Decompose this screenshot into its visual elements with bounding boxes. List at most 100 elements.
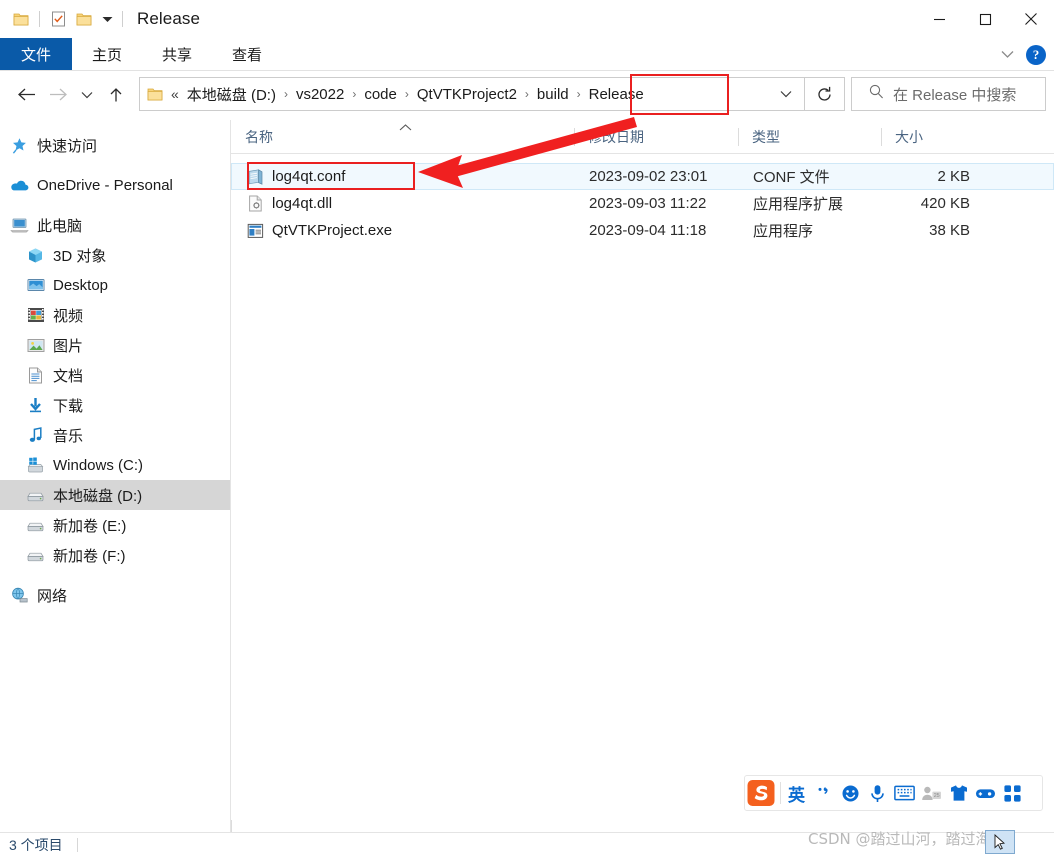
chevron-right-icon[interactable]: › [519, 78, 535, 110]
sidebar-item-desktop[interactable]: Desktop [0, 270, 230, 300]
breadcrumb-item-code[interactable]: code [362, 78, 399, 110]
breadcrumb-item-drive[interactable]: 本地磁盘 (D:) [185, 78, 278, 110]
sidebar-item-label: 文档 [53, 367, 84, 385]
soft-keyboard-icon[interactable] [891, 778, 918, 808]
table-row[interactable]: log4qt.dll 2023-09-03 11:22 应用程序扩展 420 K… [231, 190, 1054, 217]
sidebar-item-label: 3D 对象 [53, 247, 107, 265]
sidebar-item-new-volume-e[interactable]: 新加卷 (E:) [0, 510, 230, 540]
customize-quick-access-caret-icon[interactable] [97, 4, 117, 34]
ribbon-right-controls: ? [996, 38, 1046, 71]
refresh-button[interactable] [805, 77, 845, 111]
sidebar-item-label: 本地磁盘 (D:) [53, 487, 143, 505]
file-date-cell: 2023-09-02 23:01 [589, 168, 708, 185]
dll-file-icon [246, 195, 264, 213]
up-arrow-icon[interactable] [100, 79, 132, 111]
sidebar-item-videos[interactable]: 视频 [0, 300, 230, 330]
sidebar-item-this-pc[interactable]: 此电脑 [0, 210, 230, 240]
gamepad-icon[interactable] [972, 778, 999, 808]
file-name-label: log4qt.conf [272, 168, 346, 185]
sidebar-item-onedrive[interactable]: OneDrive - Personal [0, 170, 230, 200]
downloads-icon [26, 396, 45, 415]
file-name-cell[interactable]: log4qt.dll [232, 191, 575, 216]
recent-locations-caret-icon[interactable] [74, 79, 100, 111]
breadcrumb-item-qtvtkproject2[interactable]: QtVTKProject2 [415, 78, 519, 110]
sidebar-item-3d-objects[interactable]: 3D 对象 [0, 240, 230, 270]
search-icon [869, 84, 884, 104]
sidebar-item-label: Windows (C:) [53, 456, 144, 474]
new-folder-icon[interactable] [71, 4, 97, 34]
sidebar-item-downloads[interactable]: 下载 [0, 390, 230, 420]
table-row[interactable]: QtVTKProject.exe 2023-09-04 11:18 应用程序 3… [231, 217, 1054, 244]
user-badge-icon[interactable]: 25 [918, 778, 945, 808]
file-name-label: log4qt.dll [272, 195, 333, 212]
breadcrumb-item-build[interactable]: build [535, 78, 571, 110]
breadcrumb-item-release[interactable]: Release [587, 78, 646, 110]
chevron-right-icon[interactable]: › [571, 78, 587, 110]
desktop-icon [26, 276, 45, 295]
sidebar-item-local-disk-d[interactable]: 本地磁盘 (D:) [0, 480, 230, 510]
tab-share[interactable]: 共享 [142, 38, 212, 71]
title-bar: Release [0, 0, 1054, 38]
folder-icon[interactable] [8, 4, 34, 34]
column-header-type[interactable]: 类型 [738, 120, 881, 154]
column-header-size-label: 大小 [895, 128, 923, 145]
drive-icon [26, 516, 45, 535]
sidebar-item-pictures[interactable]: 图片 [0, 330, 230, 360]
sidebar-item-label: 下载 [53, 397, 84, 415]
sidebar-item-label: 此电脑 [37, 217, 83, 235]
maximize-icon[interactable] [962, 0, 1008, 38]
column-header-name-label: 名称 [245, 128, 273, 145]
tab-home[interactable]: 主页 [72, 38, 142, 71]
sidebar-item-quick-access[interactable]: 快速访问 [0, 130, 230, 160]
help-button[interactable]: ? [1026, 44, 1046, 65]
chevron-right-icon[interactable]: › [346, 78, 362, 110]
column-header-name[interactable]: 名称 [231, 120, 574, 154]
file-name-cell[interactable]: QtVTKProject.exe [232, 218, 575, 243]
sidebar-item-windows-c[interactable]: Windows (C:) [0, 450, 230, 480]
close-icon[interactable] [1008, 0, 1054, 38]
tab-view[interactable]: 查看 [212, 38, 282, 71]
chevron-down-icon[interactable] [996, 44, 1018, 66]
window-controls [916, 0, 1054, 38]
chevron-right-icon[interactable]: › [278, 78, 294, 110]
breadcrumb-overflow-icon[interactable]: « [163, 86, 185, 102]
address-dropdown-icon[interactable] [768, 78, 804, 110]
tab-file[interactable]: 文件 [0, 38, 72, 71]
sidebar-item-documents[interactable]: 文档 [0, 360, 230, 390]
minimize-icon[interactable] [916, 0, 962, 38]
file-explorer-window: Release 文件 主页 共享 查看 ? « 本地磁盘 (D:) › vs20… [0, 0, 1054, 857]
file-size-cell: 38 KB [929, 222, 970, 239]
table-row[interactable]: log4qt.conf 2023-09-02 23:01 CONF 文件 2 K… [231, 163, 1054, 190]
videos-icon [26, 306, 45, 325]
search-box[interactable]: 在 Release 中搜索 [851, 77, 1046, 111]
file-size-cell: 2 KB [937, 168, 970, 185]
apps-grid-icon[interactable] [999, 778, 1026, 808]
microphone-icon[interactable] [864, 778, 891, 808]
properties-icon[interactable] [45, 4, 71, 34]
ime-language-mode-button[interactable]: 英 [783, 778, 810, 808]
chevron-right-icon[interactable]: › [399, 78, 415, 110]
breadcrumb-item-vs2022[interactable]: vs2022 [294, 78, 346, 110]
sidebar-item-network[interactable]: 网络 [0, 580, 230, 610]
address-folder-icon [147, 87, 163, 102]
ime-punctuation-button[interactable] [810, 778, 837, 808]
windows-drive-icon [26, 456, 45, 475]
column-header-date[interactable]: 修改日期 [574, 120, 738, 154]
back-arrow-icon[interactable] [10, 79, 42, 111]
quick-access-toolbar: Release [0, 0, 200, 38]
file-name-cell[interactable]: log4qt.conf [232, 164, 575, 189]
search-input-placeholder[interactable]: 在 Release 中搜索 [893, 84, 1016, 105]
sidebar-item-music[interactable]: 音乐 [0, 420, 230, 450]
file-type-cell: 应用程序扩展 [753, 196, 844, 213]
emoji-icon[interactable] [837, 778, 864, 808]
ribbon-tab-bar: 文件 主页 共享 查看 ? [0, 38, 1054, 71]
sidebar-item-new-volume-f[interactable]: 新加卷 (F:) [0, 540, 230, 570]
file-size-cell: 420 KB [920, 195, 970, 212]
documents-icon [26, 366, 45, 385]
skin-shirt-icon[interactable] [945, 778, 972, 808]
address-bar[interactable]: « 本地磁盘 (D:) › vs2022 › code › QtVTKProje… [139, 77, 805, 111]
sidebar-item-label: 新加卷 (E:) [53, 517, 127, 535]
sogou-s-logo-icon[interactable] [744, 776, 778, 810]
column-header-size[interactable]: 大小 [881, 120, 979, 154]
